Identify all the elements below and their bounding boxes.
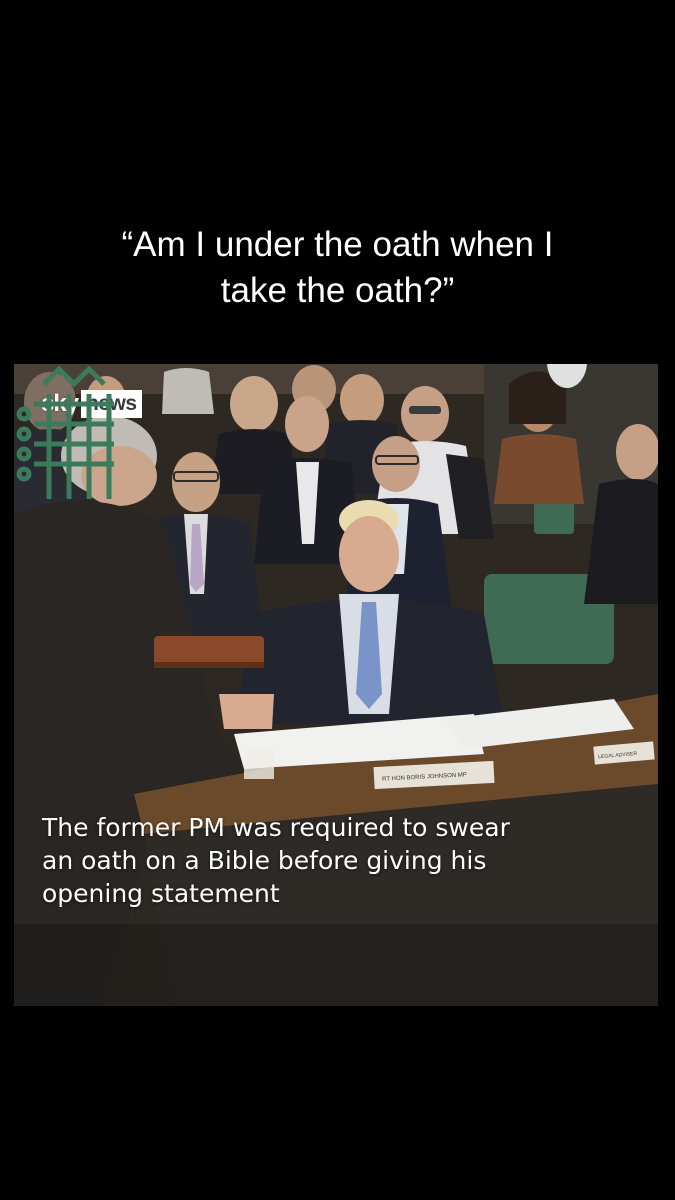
bottom-background [0, 1006, 675, 1200]
subtitle-line-2: an oath on a Bible before giving his [42, 846, 487, 875]
quote-caption: “Am I under the oath when I take the oat… [40, 222, 635, 314]
portcullis-icon [16, 365, 114, 499]
video-frame[interactable]: RT HON BORIS JOHNSON MP LEGAL ADVISER sk… [14, 364, 658, 1006]
subtitle-line-1: The former PM was required to swear [42, 813, 510, 842]
subtitle-line-3: opening statement [42, 879, 280, 908]
video-subtitle: The former PM was required to swear an o… [42, 811, 632, 910]
quote-caption-line-2: take the oath?” [220, 271, 455, 310]
quote-caption-line-1: “Am I under the oath when I [121, 225, 554, 264]
